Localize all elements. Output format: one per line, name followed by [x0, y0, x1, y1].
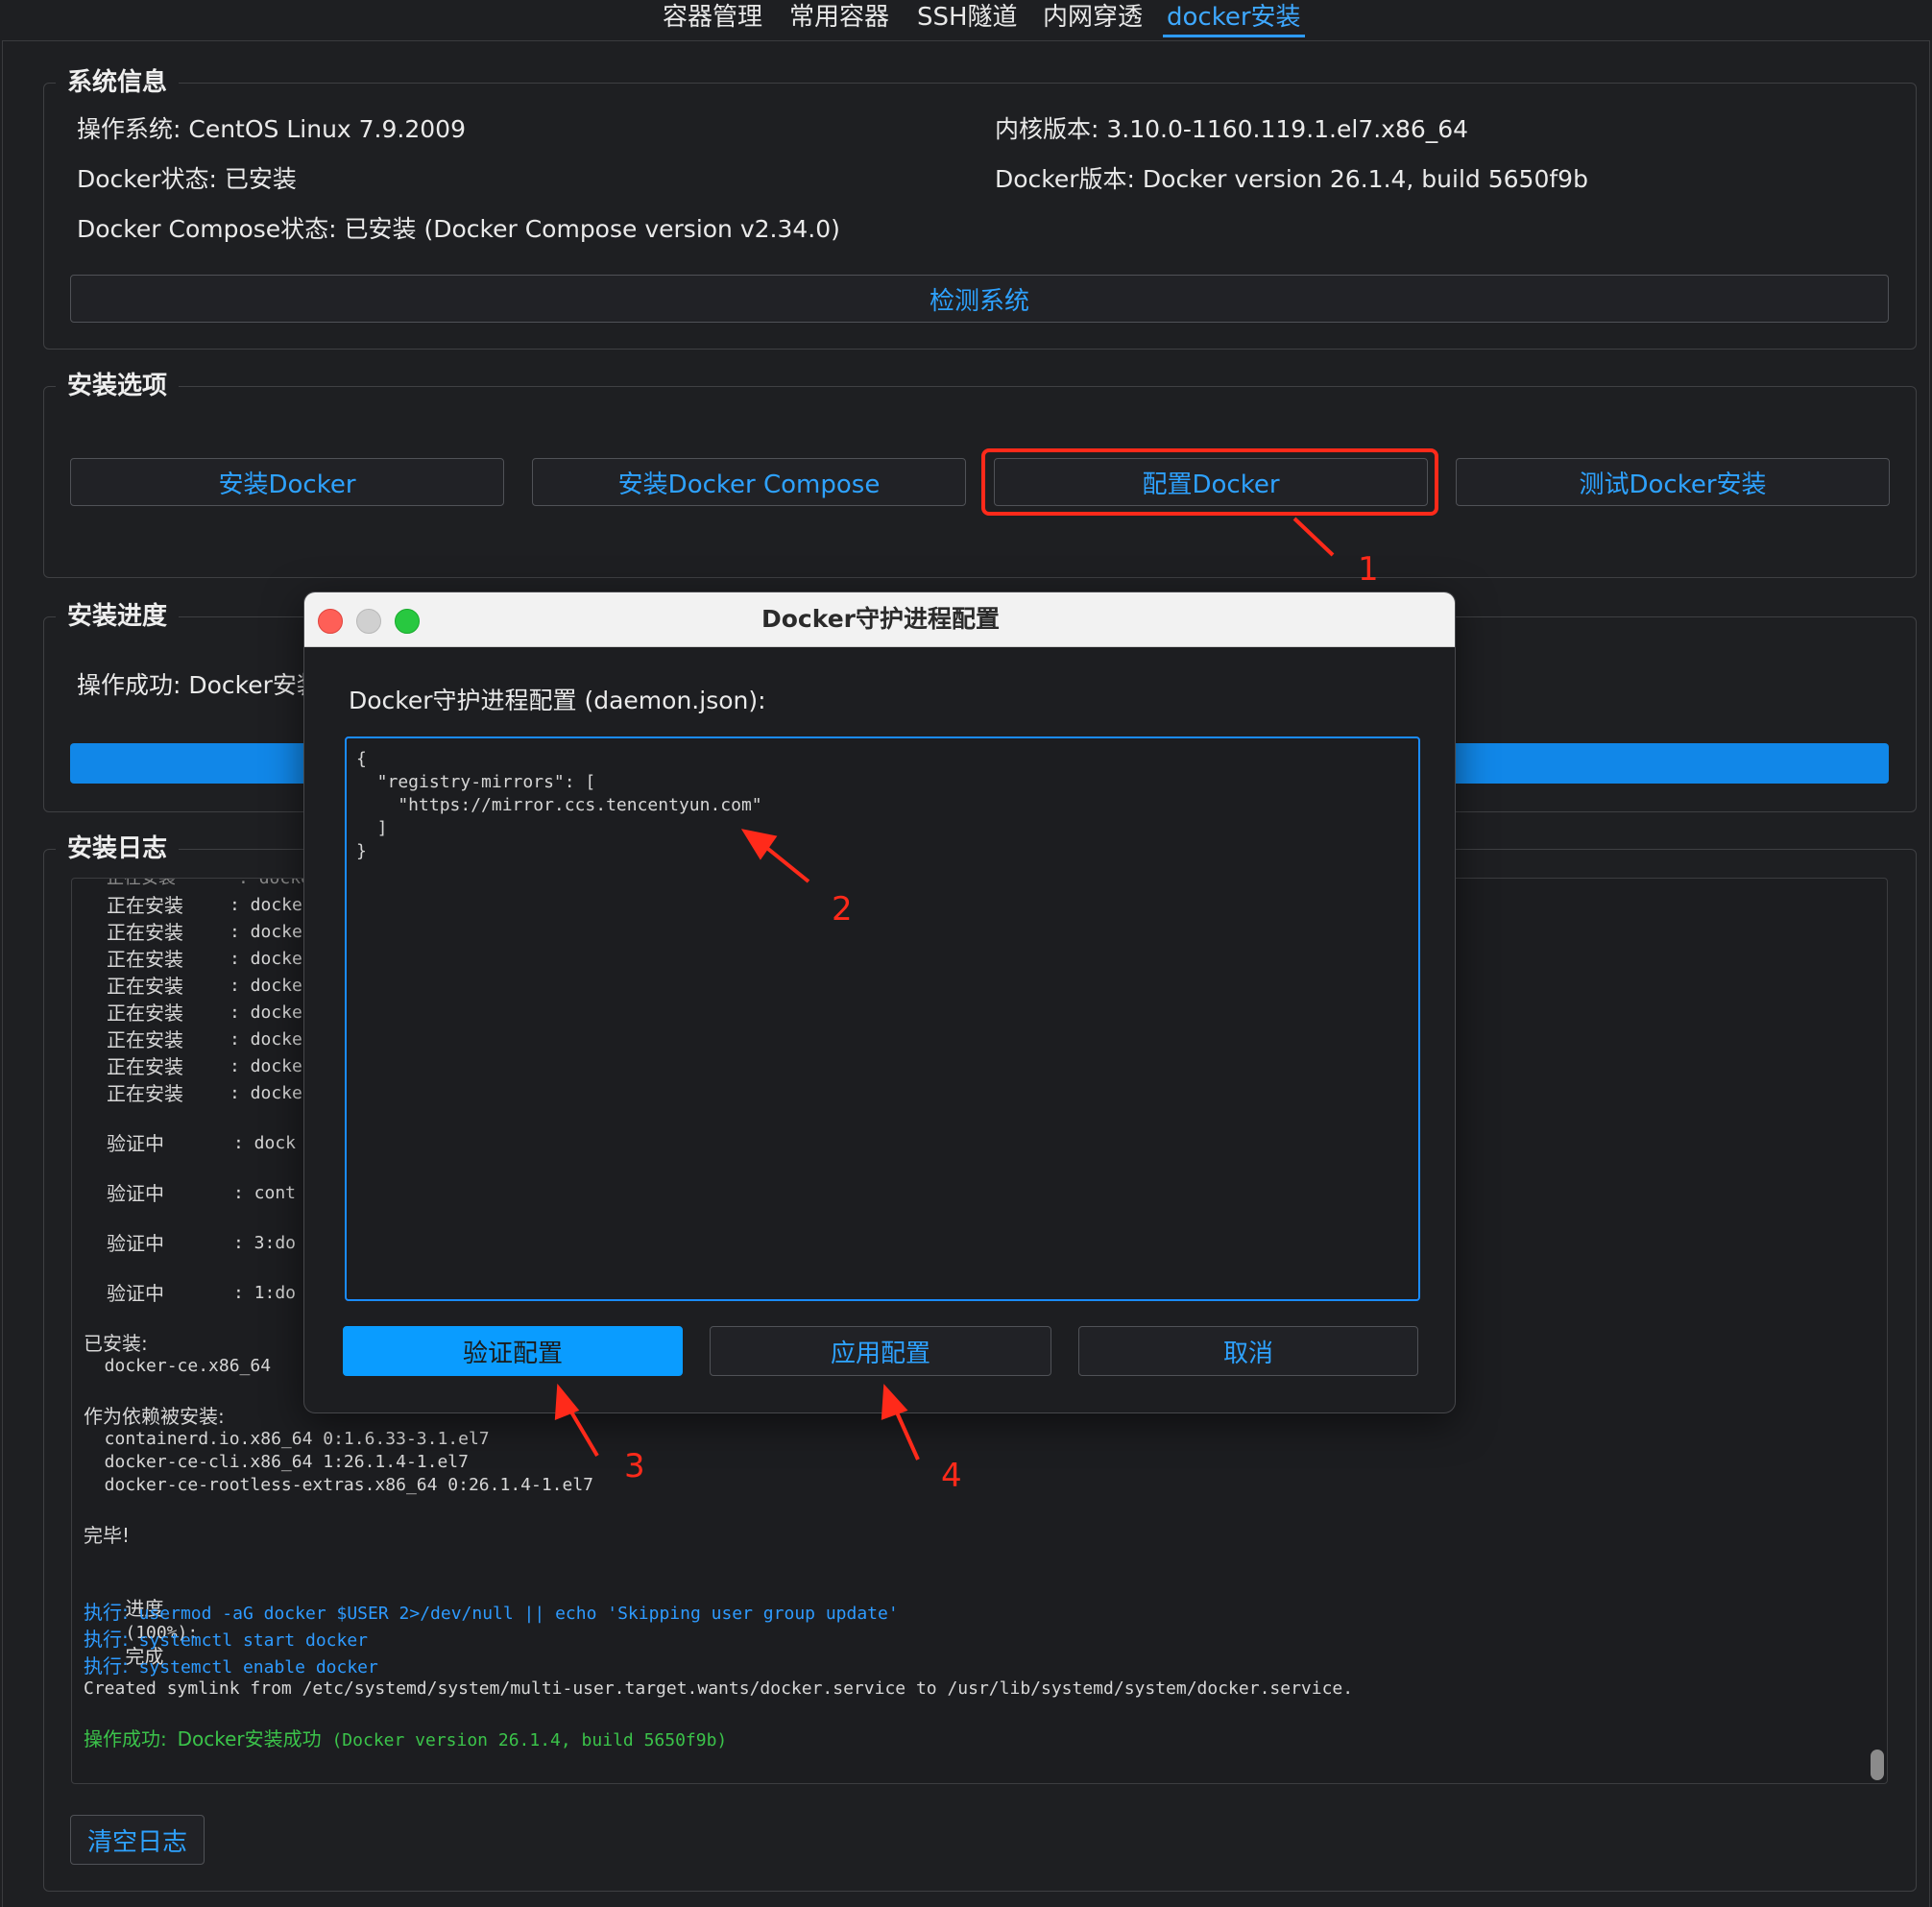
annotation-number-1: 1 [1358, 550, 1379, 589]
annotation-arrows [554, 517, 1335, 1460]
annotation-number-2: 2 [832, 890, 853, 929]
annotation-arrow-1 [1292, 517, 1335, 557]
annotation-number-3: 3 [624, 1447, 645, 1485]
annotation-number-4: 4 [941, 1457, 962, 1495]
annotation-arrowhead-2 [740, 829, 778, 860]
annotation-arrowhead-4 [881, 1384, 908, 1420]
